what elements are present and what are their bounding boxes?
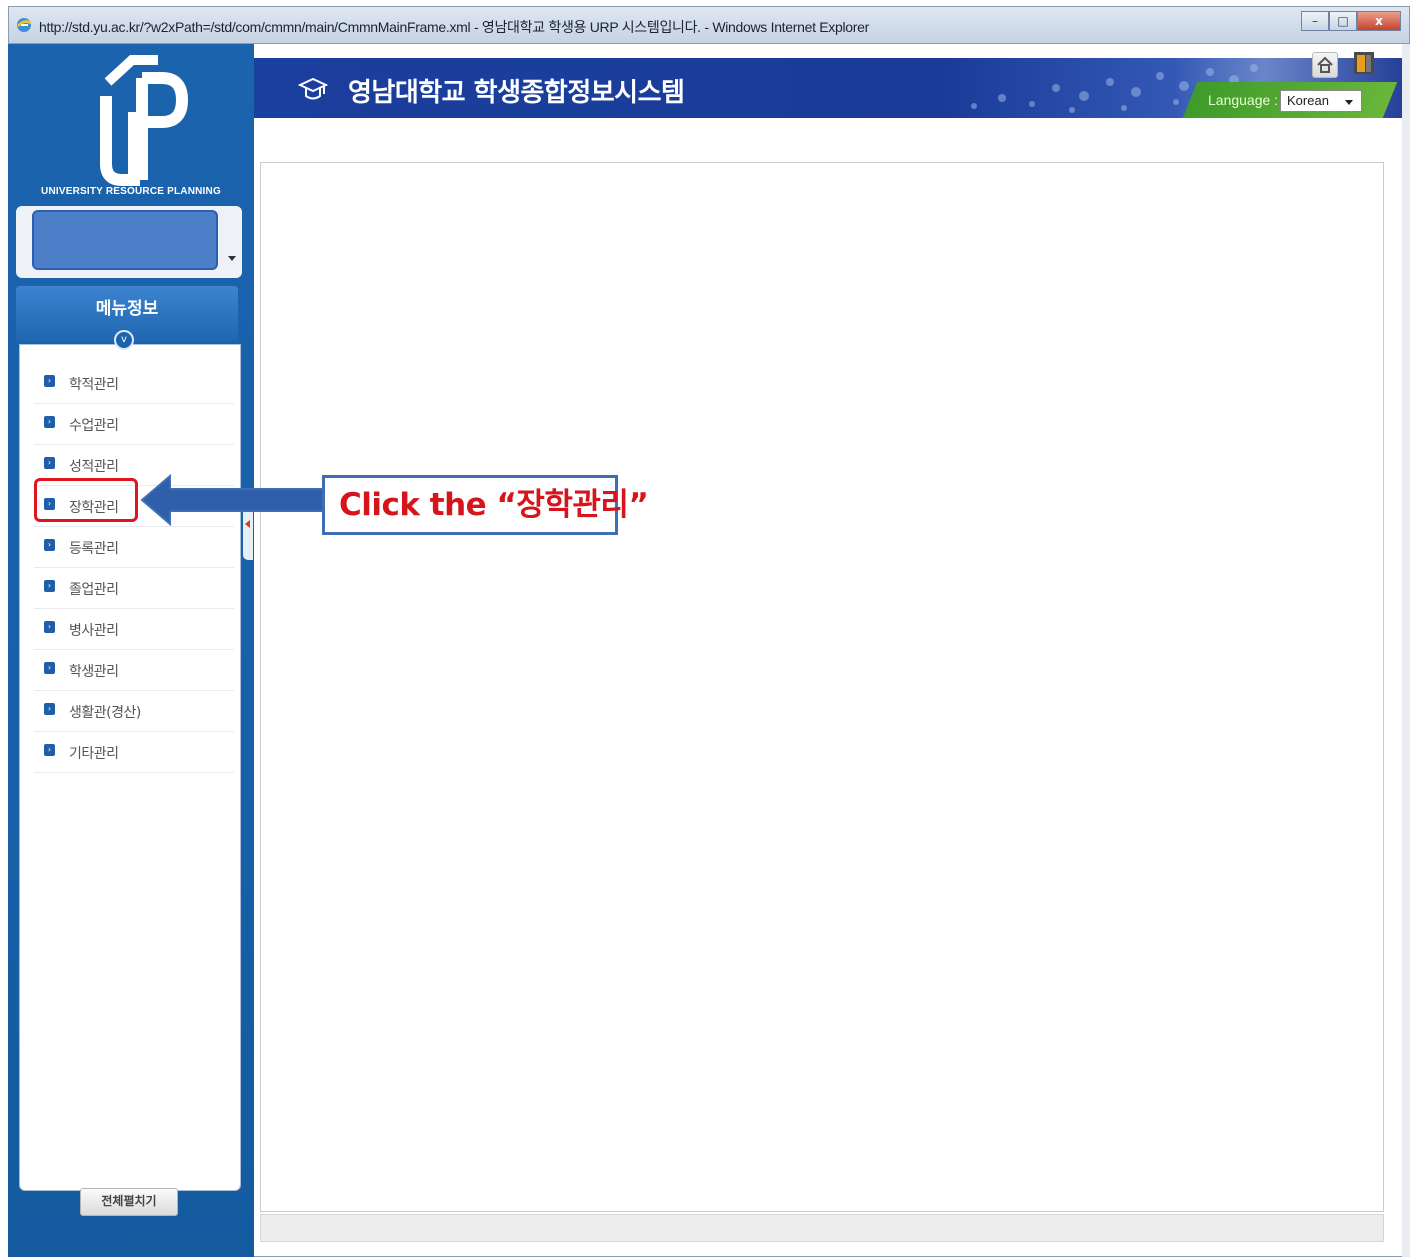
expand-all-button[interactable]: 전체펼치기 — [80, 1188, 178, 1216]
home-icon — [1317, 56, 1333, 73]
graduation-cap-icon — [298, 77, 328, 100]
menu-item-byeongsa[interactable]: › 병사관리 — [34, 609, 234, 650]
menu-item-label: 학적관리 — [69, 377, 119, 393]
arrow-left-icon — [140, 473, 329, 527]
menu-item-label: 기타관리 — [69, 746, 119, 762]
bullet-icon: › — [44, 416, 55, 428]
chevron-down-icon — [1345, 100, 1353, 105]
language-value: Korean — [1287, 93, 1329, 108]
dropdown-arrow-icon[interactable] — [228, 256, 236, 261]
bullet-icon: › — [44, 621, 55, 633]
menu-list: › 학적관리 › 수업관리 › 성적관리 › 장학관리 › 등록관리 › 졸업관… — [34, 363, 234, 773]
menu-item-gita[interactable]: › 기타관리 — [34, 732, 234, 773]
menu-item-deungrok[interactable]: › 등록관리 — [34, 527, 234, 568]
menu-item-hakjeok[interactable]: › 학적관리 — [34, 363, 234, 404]
menu-item-joreop[interactable]: › 졸업관리 — [34, 568, 234, 609]
status-bar — [260, 1214, 1384, 1242]
menu-item-label: 학생관리 — [69, 664, 119, 680]
internet-explorer-icon — [17, 18, 32, 32]
bullet-icon: › — [44, 703, 55, 715]
sidebar: UNIVERSITY RESOURCE PLANNING 메뉴정보 › 학적관리… — [8, 44, 254, 1257]
bullet-icon: › — [44, 539, 55, 551]
urp-logo — [100, 55, 188, 186]
page-title: 영남대학교 학생종합정보시스템 — [348, 78, 685, 108]
language-label: Language : — [1208, 92, 1279, 108]
user-info-box — [32, 210, 218, 270]
maximize-button[interactable]: □ — [1329, 11, 1357, 31]
chevron-down-icon[interactable]: v — [114, 330, 134, 350]
menu-item-label: 병사관리 — [69, 623, 119, 639]
menu-item-label: 등록관리 — [69, 541, 119, 557]
menu-item-haksaeng[interactable]: › 학생관리 — [34, 650, 234, 691]
menu-item-saenghwalgwan[interactable]: › 생활관(경산) — [34, 691, 234, 732]
window-right-border — [1402, 44, 1410, 1257]
menu-item-label: 생활관(경산) — [69, 705, 141, 721]
bullet-icon: › — [44, 375, 55, 387]
language-select[interactable]: Korean — [1280, 90, 1362, 112]
bullet-icon: › — [44, 744, 55, 756]
window-titlebar: http://std.yu.ac.kr/?w2xPath=/std/com/cm… — [8, 6, 1410, 44]
highlight-janghak — [34, 478, 138, 522]
minimize-button[interactable]: – — [1301, 11, 1329, 31]
logo-caption: UNIVERSITY RESOURCE PLANNING — [41, 186, 221, 197]
close-button[interactable]: x — [1357, 11, 1401, 31]
logout-door-icon — [1354, 52, 1374, 74]
main-content-area — [260, 162, 1384, 1212]
annotation-callout: Click the “장학관리” — [322, 475, 649, 535]
user-selector[interactable] — [16, 206, 242, 278]
menu-item-label: 졸업관리 — [69, 582, 119, 598]
bullet-icon: › — [44, 580, 55, 592]
home-button[interactable] — [1312, 52, 1338, 78]
bullet-icon: › — [44, 457, 55, 469]
logout-button[interactable] — [1352, 50, 1376, 76]
menu-item-label: 성적관리 — [69, 459, 119, 475]
window-title: http://std.yu.ac.kr/?w2xPath=/std/com/cm… — [39, 19, 869, 35]
bullet-icon: › — [44, 662, 55, 674]
menu-item-sueop[interactable]: › 수업관리 — [34, 404, 234, 445]
menu-item-label: 수업관리 — [69, 418, 119, 434]
